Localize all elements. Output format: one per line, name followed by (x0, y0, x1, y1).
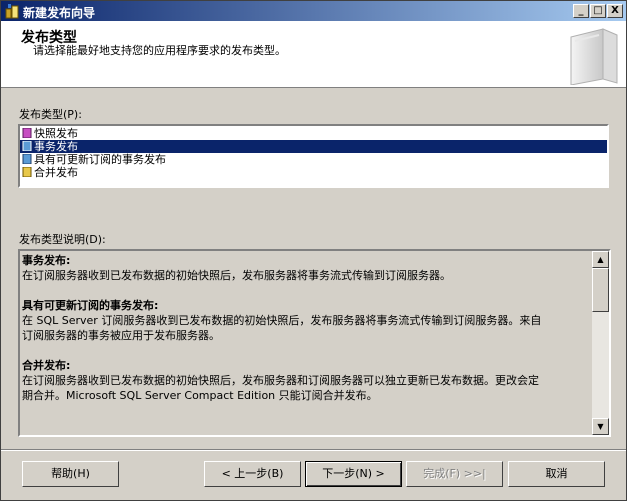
wizard-header: 发布类型 请选择能最好地支持您的应用程序要求的发布类型。 (1, 21, 626, 88)
description-line: 在订阅服务器收到已发布数据的初始快照后，发布服务器和订阅服务器可以独立更新已发布… (22, 374, 539, 387)
list-item[interactable]: 快照发布 (20, 127, 607, 140)
window-title: 新建发布向导 (23, 6, 96, 20)
page-subtitle: 请选择能最好地支持您的应用程序要求的发布类型。 (33, 44, 286, 57)
description-box[interactable]: 事务发布: 在订阅服务器收到已发布数据的初始快照后，发布服务器将事务流式传输到订… (18, 249, 611, 437)
publication-type-label: 发布类型(P): (19, 108, 82, 121)
minimize-button[interactable]: _ (573, 4, 589, 18)
description-line: 在订阅服务器收到已发布数据的初始快照后，发布服务器将事务流式传输到订阅服务器。 (22, 269, 451, 282)
description-scrollbar[interactable]: ▲ ▼ (592, 251, 609, 435)
help-button[interactable]: 帮助(H) (22, 461, 119, 487)
wizard-app-icon (5, 4, 19, 19)
description-heading: 合并发布: (22, 359, 71, 372)
scroll-down-button[interactable]: ▼ (592, 418, 609, 435)
description-heading: 事务发布: (22, 254, 71, 267)
merge-publication-icon (22, 167, 32, 177)
transactional-publication-icon (22, 141, 32, 151)
footer-divider (1, 449, 626, 451)
title-bar[interactable]: 新建发布向导 _ □ X (1, 1, 626, 21)
description-line: 订阅服务器的事务被应用于发布服务器。 (22, 329, 220, 342)
description-line: 在 SQL Server 订阅服务器收到已发布数据的初始快照后，发布服务器将事务… (22, 314, 542, 327)
snapshot-publication-icon (22, 128, 32, 138)
finish-button[interactable]: 完成(F) >>| (406, 461, 503, 487)
list-item[interactable]: 具有可更新订阅的事务发布 (20, 153, 607, 166)
scroll-up-button[interactable]: ▲ (592, 251, 609, 268)
updatable-transactional-publication-icon (22, 154, 32, 164)
description-heading: 具有可更新订阅的事务发布: (22, 299, 159, 312)
book-icon (570, 28, 618, 85)
back-button[interactable]: < 上一步(B) (204, 461, 301, 487)
scroll-thumb[interactable] (592, 268, 609, 312)
list-item-label: 具有可更新订阅的事务发布 (34, 153, 166, 166)
description-label: 发布类型说明(D): (19, 233, 106, 246)
list-item-label: 事务发布 (34, 140, 78, 153)
close-button[interactable]: X (607, 4, 623, 18)
description-line: 期合并。Microsoft SQL Server Compact Edition… (22, 389, 378, 402)
list-item-label: 快照发布 (34, 127, 78, 140)
description-text: 事务发布: 在订阅服务器收到已发布数据的初始快照后，发布服务器将事务流式传输到订… (22, 253, 592, 403)
cancel-button[interactable]: 取消 (508, 461, 605, 487)
list-item-label: 合并发布 (34, 166, 78, 179)
maximize-button[interactable]: □ (590, 4, 606, 18)
next-button[interactable]: 下一步(N) > (305, 461, 402, 487)
publication-type-list[interactable]: 快照发布 事务发布 具有可更新订阅的事务发布 合并发布 (18, 124, 609, 188)
list-item-selected[interactable]: 事务发布 (20, 140, 607, 153)
list-item[interactable]: 合并发布 (20, 166, 607, 179)
new-publication-wizard-window: 新建发布向导 _ □ X 发布类型 请选择能最好地支持您的应用程序要求的发布类型… (0, 0, 627, 501)
